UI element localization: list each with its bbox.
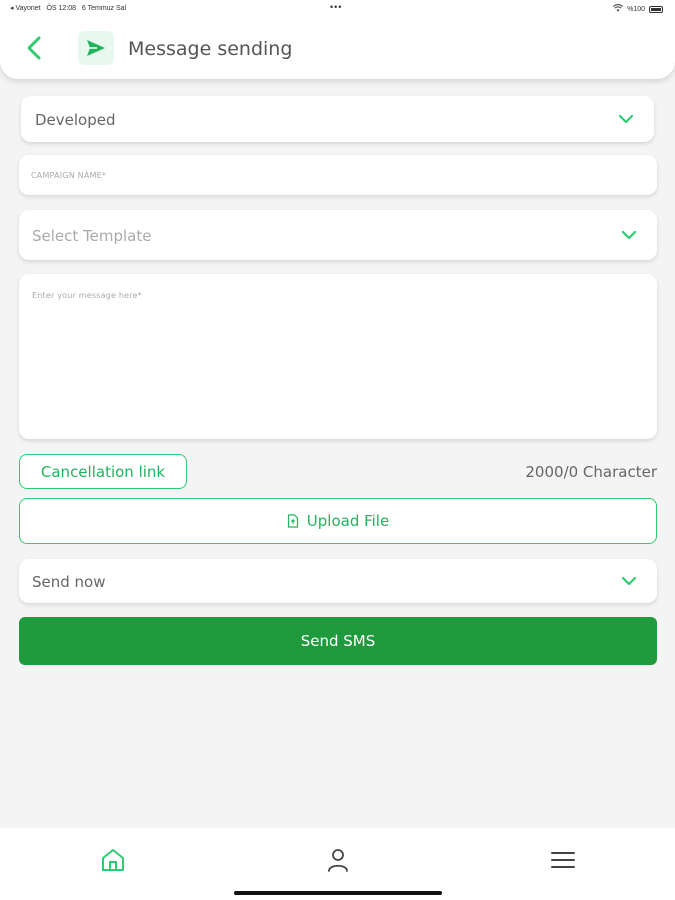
multitask-dots[interactable]: ••• — [330, 2, 342, 12]
bottom-nav — [0, 828, 675, 900]
nav-home[interactable] — [99, 846, 127, 874]
cancellation-link-label: Cancellation link — [40, 462, 166, 481]
home-icon — [102, 849, 124, 871]
carrier-label: ◂ Vayonet — [10, 5, 41, 12]
schedule-select-value: Send now — [32, 573, 106, 591]
battery-percent: %100 — [627, 5, 645, 13]
file-icon — [287, 514, 298, 528]
send-sms-label: Send SMS — [300, 632, 376, 650]
chevron-down-icon — [621, 230, 637, 240]
campaign-name-placeholder: CAMPAIGN NAME* — [31, 171, 107, 180]
menu-icon — [551, 852, 575, 868]
back-button[interactable] — [22, 34, 48, 62]
campaign-name-field[interactable]: CAMPAIGN NAME* — [19, 155, 657, 195]
wifi-icon — [613, 4, 624, 14]
upload-file-button[interactable]: Upload File — [19, 498, 657, 544]
cancellation-link-button[interactable]: Cancellation link — [19, 454, 187, 489]
schedule-select[interactable]: Send now — [19, 559, 657, 603]
send-sms-button[interactable]: Send SMS — [19, 617, 657, 665]
template-select[interactable]: Select Template — [19, 210, 657, 260]
app-header: Message sending — [0, 18, 675, 79]
nav-menu[interactable] — [549, 846, 577, 874]
template-select-placeholder: Select Template — [32, 227, 152, 245]
chevron-left-icon — [27, 36, 41, 60]
character-count: 2000/0 Character — [525, 463, 657, 481]
battery-icon — [649, 5, 663, 13]
status-right: %100 — [613, 4, 663, 14]
message-textarea[interactable]: Enter your message here* — [19, 274, 657, 439]
message-placeholder: Enter your message here* — [32, 291, 142, 300]
upload-file-label: Upload File — [306, 512, 390, 530]
page-title: Message sending — [128, 38, 293, 60]
chevron-down-icon — [621, 576, 637, 586]
status-date: 6 Temmuz Sal — [81, 5, 127, 12]
send-icon — [78, 31, 114, 65]
status-left: ◂ Vayonet ÖS 12:08 6 Temmuz Sal — [10, 4, 126, 12]
nav-profile[interactable] — [324, 846, 352, 874]
user-icon — [328, 849, 348, 872]
status-bar: ◂ Vayonet ÖS 12:08 6 Temmuz Sal ••• %100 — [0, 0, 675, 18]
sender-select[interactable]: Developed — [21, 96, 654, 142]
home-indicator — [234, 891, 442, 895]
chevron-down-icon — [618, 114, 634, 124]
status-time: ÖS 12:08 — [46, 5, 77, 12]
sender-select-value: Developed — [35, 111, 116, 129]
